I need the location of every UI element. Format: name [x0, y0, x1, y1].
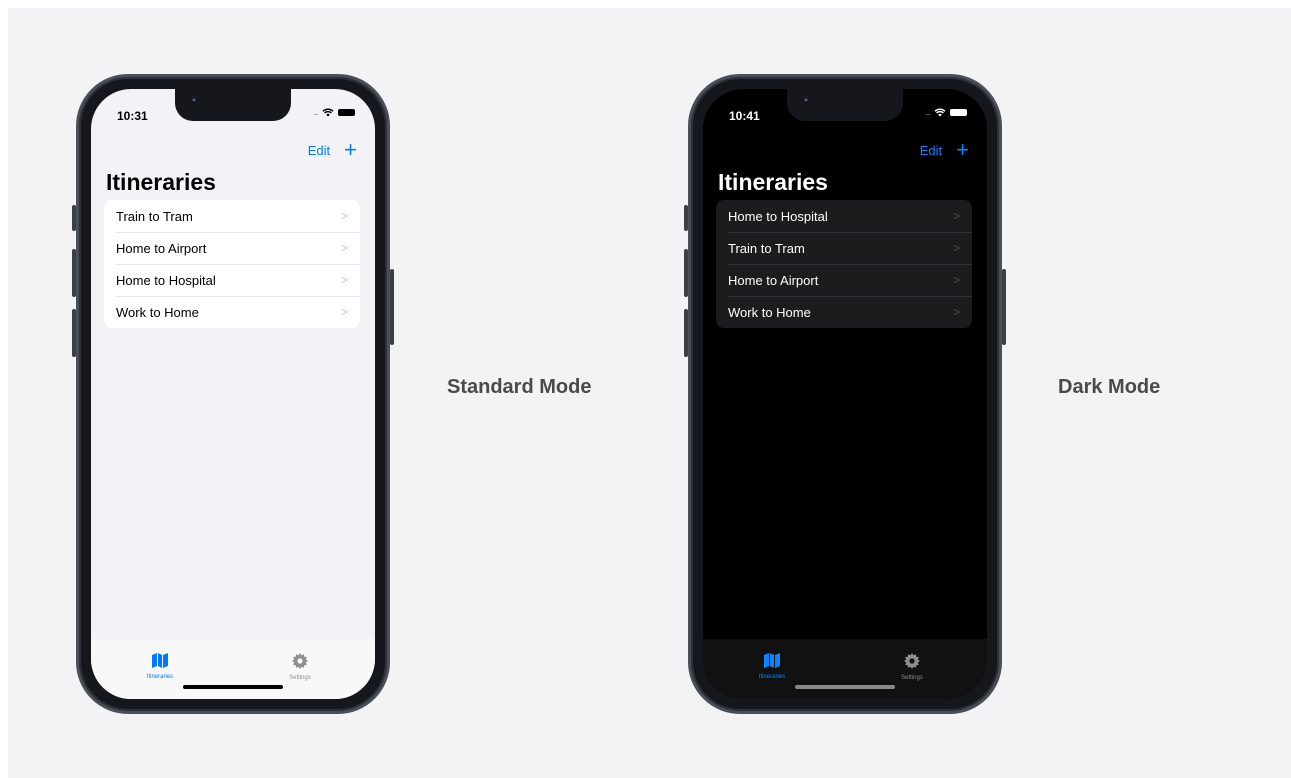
- camera-dot-icon: ▲: [191, 97, 197, 103]
- presentation-canvas: ▲ 10:31 .... Edit + Itineraries Train to…: [8, 8, 1291, 778]
- chevron-right-icon: >: [340, 241, 348, 255]
- list-item-label: Home to Airport: [116, 240, 207, 256]
- status-icons: ....: [313, 108, 355, 117]
- notch: ▲: [787, 89, 903, 121]
- list-item[interactable]: Home to Airport >: [104, 232, 360, 264]
- list-item-label: Work to Home: [728, 304, 811, 320]
- chevron-right-icon: >: [952, 305, 960, 319]
- nav-actions: Edit +: [308, 139, 357, 161]
- list-item[interactable]: Home to Airport >: [716, 264, 972, 296]
- page-title: Itineraries: [718, 169, 828, 195]
- chevron-right-icon: >: [340, 209, 348, 223]
- mute-switch: [72, 205, 76, 231]
- list-item[interactable]: Work to Home >: [104, 296, 360, 328]
- screen: ▲ 10:41 .... Edit + Itineraries Home to …: [703, 89, 987, 699]
- add-button[interactable]: +: [344, 139, 357, 161]
- nav-actions: Edit +: [920, 139, 969, 161]
- wifi-icon: [934, 108, 946, 117]
- volume-up-button: [684, 249, 688, 297]
- notch: ▲: [175, 89, 291, 121]
- list-item-label: Home to Airport: [728, 272, 819, 288]
- phone-standard-mode: ▲ 10:31 .... Edit + Itineraries Train to…: [72, 74, 394, 714]
- list-item-label: Home to Hospital: [728, 208, 828, 224]
- chevron-right-icon: >: [340, 273, 348, 287]
- tab-label: Itineraries: [146, 674, 174, 680]
- screen: ▲ 10:31 .... Edit + Itineraries Train to…: [91, 89, 375, 699]
- edit-button[interactable]: Edit: [308, 143, 330, 158]
- battery-icon: [950, 109, 967, 116]
- volume-down-button: [72, 309, 76, 357]
- status-icons: ....: [925, 108, 967, 117]
- itinerary-list: Train to Tram > Home to Airport > Home to …: [104, 200, 360, 328]
- cellular-icon: ....: [313, 108, 319, 117]
- tab-label: Itineraries: [758, 674, 786, 680]
- gear-icon: [292, 653, 308, 669]
- status-time: 10:41: [729, 109, 760, 123]
- home-indicator: [795, 685, 895, 689]
- list-item-label: Home to Hospital: [116, 272, 216, 288]
- page-title: Itineraries: [106, 169, 216, 195]
- camera-dot-icon: ▲: [803, 97, 809, 103]
- list-item[interactable]: Train to Tram >: [716, 232, 972, 264]
- list-item-label: Train to Tram: [728, 240, 805, 256]
- tab-settings[interactable]: Settings: [877, 653, 947, 681]
- volume-up-button: [72, 249, 76, 297]
- volume-down-button: [684, 309, 688, 357]
- tab-itineraries[interactable]: Itineraries: [737, 653, 807, 680]
- tab-itineraries[interactable]: Itineraries: [125, 653, 195, 680]
- tab-label: Settings: [901, 675, 923, 681]
- map-icon: [764, 653, 780, 668]
- status-time: 10:31: [117, 109, 148, 123]
- power-button: [1002, 269, 1006, 345]
- list-item[interactable]: Work to Home >: [716, 296, 972, 328]
- caption-dark-mode: Dark Mode: [1058, 376, 1161, 398]
- chevron-right-icon: >: [952, 241, 960, 255]
- tab-bar: Itineraries Settings: [91, 639, 375, 699]
- wifi-icon: [322, 108, 334, 117]
- list-item-label: Train to Tram: [116, 208, 193, 224]
- home-indicator: [183, 685, 283, 689]
- add-button[interactable]: +: [956, 139, 969, 161]
- cellular-icon: ....: [925, 108, 931, 117]
- map-icon: [152, 653, 168, 668]
- phone-dark-mode: ▲ 10:41 .... Edit + Itineraries Home to …: [684, 74, 1006, 714]
- list-item[interactable]: Train to Tram >: [104, 200, 360, 232]
- power-button: [390, 269, 394, 345]
- mute-switch: [684, 205, 688, 231]
- list-item-label: Work to Home: [116, 304, 199, 320]
- caption-standard-mode: Standard Mode: [447, 376, 592, 398]
- tab-label: Settings: [289, 675, 311, 681]
- list-item[interactable]: Home to Hospital >: [716, 200, 972, 232]
- chevron-right-icon: >: [952, 273, 960, 287]
- tab-bar: Itineraries Settings: [703, 639, 987, 699]
- itinerary-list: Home to Hospital > Train to Tram > Home to…: [716, 200, 972, 328]
- chevron-right-icon: >: [952, 209, 960, 223]
- edit-button[interactable]: Edit: [920, 143, 942, 158]
- tab-settings[interactable]: Settings: [265, 653, 335, 681]
- list-item[interactable]: Home to Hospital >: [104, 264, 360, 296]
- gear-icon: [904, 653, 920, 669]
- battery-icon: [338, 109, 355, 116]
- chevron-right-icon: >: [340, 305, 348, 319]
